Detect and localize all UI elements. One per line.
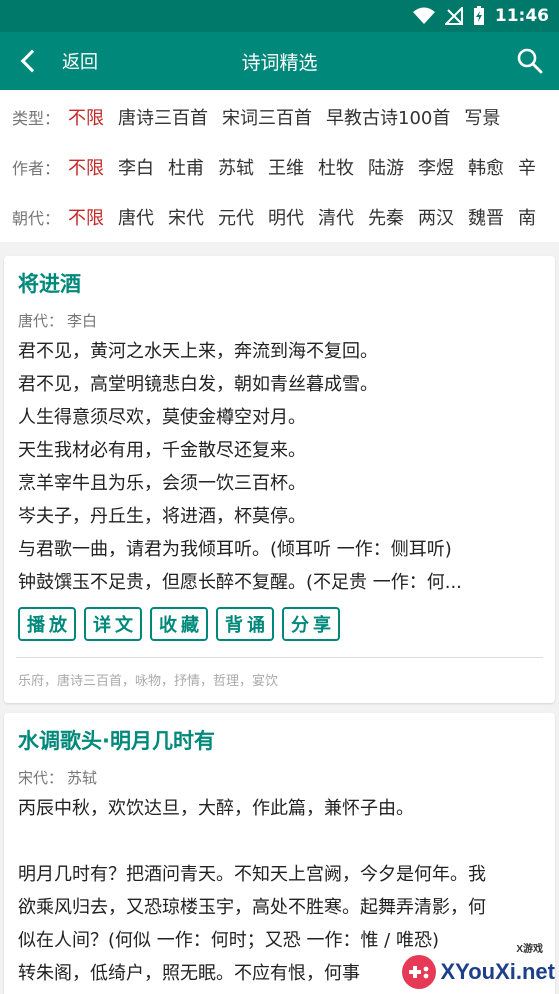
poem-dynasty: 唐代： [18,312,64,330]
watermark-small: X游戏 [516,944,543,955]
chevron-left-icon [20,49,44,73]
detail-button[interactable]: 详文 [84,607,142,641]
poem-title[interactable]: 水调歌头·明月几时有 [18,725,541,755]
poem-card[interactable]: 将进酒 唐代： 李白 君不见，黄河之水天上来，奔流到海不复回。 君不见，高堂明镜悲… [4,256,555,703]
watermark-text: XYouXi.net [440,959,556,984]
battery-charging-icon [473,6,484,25]
filter-author-item[interactable]: 不限 [68,154,104,180]
filter-author-item[interactable]: 辛 [518,154,536,180]
poem-line: 钟鼓馔玉不足贵，但愿长醉不复醒。(不足贵 一作：何... [18,572,462,593]
filter-row-author: 作者： 不限 李白 杜甫 苏轼 王维 杜牧 陆游 李煜 韩愈 辛 [0,142,559,192]
poem-line: 丙辰中秋，欢饮达旦，大醉，作此篇，兼怀子由。 [18,798,414,819]
no-signal-icon [444,7,463,25]
poem-line: 君不见，高堂明镜悲白发，朝如青丝暮成雪。 [18,374,378,395]
app-bar: 返回 诗词精选 [0,32,559,90]
status-bar: 11:46 [0,0,559,32]
poem-line: 岑夫子，丹丘生，将进酒，杯莫停。 [18,506,306,527]
filter-author-item[interactable]: 李煜 [418,154,454,180]
filter-author-item[interactable]: 韩愈 [468,154,504,180]
filter-type-item[interactable]: 写景 [464,104,500,130]
poem-author[interactable]: 李白 [67,312,97,330]
filter-dynasty-item[interactable]: 先秦 [368,204,404,230]
filter-dynasty-item[interactable]: 明代 [268,204,304,230]
poem-blank-line [18,825,541,858]
poem-meta: 宋代： 苏轼 [18,767,541,788]
filter-author-item[interactable]: 杜甫 [168,154,204,180]
filter-dynasty-item[interactable]: 两汉 [418,204,454,230]
poem-title[interactable]: 将进酒 [18,268,541,298]
share-button[interactable]: 分享 [282,607,340,641]
filter-dynasty-item[interactable]: 宋代 [168,204,204,230]
poem-line: 与君歌一曲，请君为我倾耳听。(倾耳听 一作：侧耳听) [18,539,452,560]
gamepad-logo-icon [401,955,436,989]
poem-card[interactable]: 水调歌头·明月几时有 宋代： 苏轼 丙辰中秋，欢饮达旦，大醉，作此篇，兼怀子由。 … [4,713,555,994]
favorite-button[interactable]: 收藏 [150,607,208,641]
recite-button[interactable]: 背诵 [216,607,274,641]
filter-label-dynasty: 朝代： [12,209,61,228]
filter-dynasty-item[interactable]: 清代 [318,204,354,230]
poem-dynasty: 宋代： [18,769,64,787]
watermark: X游戏 XYouXi.net [401,944,556,990]
filter-type-item[interactable]: 早教古诗100首 [326,104,450,130]
poem-meta: 唐代： 李白 [18,310,541,331]
filter-dynasty-item[interactable]: 南 [518,204,536,230]
poem-tags: 乐府，唐诗三百首，咏物，抒情，哲理，宴饮 [18,674,279,689]
poem-line: 明月几时有？把酒问青天。不知天上宫阙，今夕是何年。我 [18,864,486,885]
filter-label-type: 类型： [12,109,61,128]
filter-type-item[interactable]: 唐诗三百首 [118,104,208,130]
filter-row-type: 类型： 不限 唐诗三百首 宋词三百首 早教古诗100首 写景 [0,92,559,142]
filter-author-item[interactable]: 杜牧 [318,154,354,180]
status-time: 11:46 [494,6,549,26]
poem-line: 天生我材必有用，千金散尽还复来。 [18,440,306,461]
poem-line: 人生得意须尽欢，莫使金樽空对月。 [18,407,306,428]
back-label: 返回 [62,52,98,73]
filter-author-item[interactable]: 陆游 [368,154,404,180]
filter-row-dynasty: 朝代： 不限 唐代 宋代 元代 明代 清代 先秦 两汉 魏晋 南 [0,192,559,242]
play-button[interactable]: 播放 [18,607,76,641]
filter-type-item[interactable]: 不限 [68,104,104,130]
poem-actions: 播放 详文 收藏 背诵 分享 [18,607,541,641]
back-button[interactable]: 返回 [0,32,98,90]
filter-dynasty-item[interactable]: 不限 [68,204,104,230]
filter-label-author: 作者： [12,159,61,178]
wifi-icon [412,7,435,24]
poem-line: 欲乘风归去，又恐琼楼玉宇，高处不胜寒。起舞弄清影，何 [18,897,486,918]
filter-type-item[interactable]: 宋词三百首 [222,104,312,130]
filter-dynasty-item[interactable]: 唐代 [118,204,154,230]
poem-line: 君不见，黄河之水天上来，奔流到海不复回。 [18,341,378,362]
filter-dynasty-item[interactable]: 魏晋 [468,204,504,230]
poem-line: 似在人间？(何似 一作：何时；又恐 一作：惟 / 唯恐) [18,930,439,951]
filter-author-item[interactable]: 王维 [268,154,304,180]
filter-author-item[interactable]: 李白 [118,154,154,180]
poem-author[interactable]: 苏轼 [67,769,97,787]
filter-panel: 类型： 不限 唐诗三百首 宋词三百首 早教古诗100首 写景 作者： 不限 李白… [0,90,559,242]
search-icon[interactable] [517,48,543,74]
filter-dynasty-item[interactable]: 元代 [218,204,254,230]
poem-line: 烹羊宰牛且为乐，会须一饮三百杯。 [18,473,306,494]
filter-author-item[interactable]: 苏轼 [218,154,254,180]
